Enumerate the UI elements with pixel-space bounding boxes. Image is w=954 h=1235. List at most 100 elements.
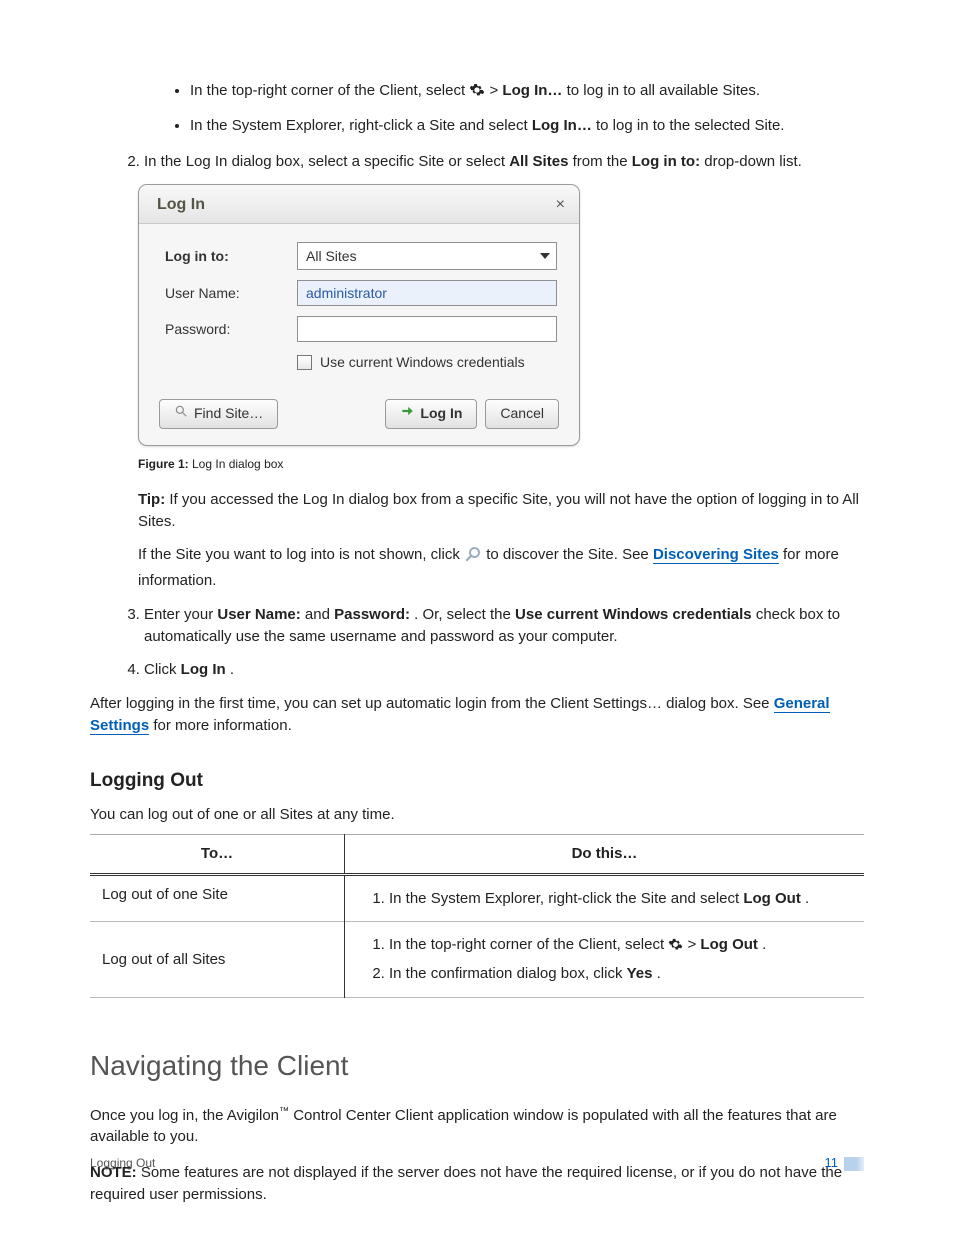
bold-text: Log In bbox=[181, 661, 226, 678]
bold-text: Log In… bbox=[502, 82, 562, 99]
cell: Log out of all Sites bbox=[90, 922, 345, 998]
nav-paragraph: Once you log in, the Avigilon™ Control C… bbox=[90, 1105, 864, 1149]
bold-text: Yes bbox=[627, 965, 653, 982]
close-icon[interactable]: × bbox=[556, 193, 565, 216]
table-header-do: Do this… bbox=[345, 834, 865, 874]
tip-label: Tip: bbox=[138, 491, 165, 508]
dialog-title: Log In bbox=[157, 193, 205, 216]
text: . bbox=[805, 890, 809, 907]
bullet-item: In the top-right corner of the Client, s… bbox=[190, 80, 864, 105]
page-number-group: 11 bbox=[825, 1154, 865, 1173]
text: In the Log In dialog box, select a speci… bbox=[144, 153, 509, 170]
list-item: In the System Explorer, right-click the … bbox=[389, 888, 852, 910]
text: > bbox=[687, 936, 700, 953]
dropdown-value: All Sites bbox=[306, 246, 357, 266]
login-dialog: Log In × Log in to: All Sites User Name:… bbox=[138, 184, 580, 445]
numbered-steps: In the Log In dialog box, select a speci… bbox=[90, 151, 864, 173]
tip-text: If you accessed the Log In dialog box fr… bbox=[138, 491, 859, 530]
logout-table: To… Do this… Log out of one Site In the … bbox=[90, 834, 864, 998]
bold-text: All Sites bbox=[509, 153, 568, 170]
text: Click bbox=[144, 661, 181, 678]
bullet-item: In the System Explorer, right-click a Si… bbox=[190, 115, 864, 137]
bold-text: Use current Windows credentials bbox=[515, 606, 752, 623]
text: In the top-right corner of the Client, s… bbox=[389, 936, 668, 953]
tip-paragraph: Tip: If you accessed the Log In dialog b… bbox=[90, 489, 864, 533]
sub-bullet-list: In the top-right corner of the Client, s… bbox=[90, 80, 864, 137]
bold-text: Password: bbox=[334, 606, 410, 623]
gear-icon bbox=[668, 937, 683, 959]
logout-intro: You can log out of one or all Sites at a… bbox=[90, 804, 864, 826]
button-label: Cancel bbox=[500, 403, 544, 423]
text: to log in to the selected Site. bbox=[596, 117, 784, 134]
username-input[interactable]: administrator bbox=[297, 280, 557, 306]
step-3: Enter your User Name: and Password: . Or… bbox=[144, 604, 864, 648]
cell: Log out of one Site bbox=[90, 874, 345, 922]
page-number: 11 bbox=[825, 1154, 839, 1173]
page-decoration bbox=[844, 1157, 864, 1171]
dialog-titlebar: Log In × bbox=[139, 185, 579, 224]
discovering-sites-link[interactable]: Discovering Sites bbox=[653, 546, 779, 564]
text: to discover the Site. See bbox=[486, 546, 653, 563]
text: and bbox=[305, 606, 334, 623]
text: from the bbox=[573, 153, 632, 170]
login-button[interactable]: Log In bbox=[385, 399, 477, 429]
gear-icon bbox=[469, 82, 485, 105]
login-to-dropdown[interactable]: All Sites bbox=[297, 242, 557, 270]
text: to log in to all available Sites. bbox=[567, 82, 760, 99]
bold-text: Log Out bbox=[700, 936, 757, 953]
chevron-down-icon bbox=[540, 253, 550, 259]
bold-text: User Name: bbox=[217, 606, 300, 623]
navigating-heading: Navigating the Client bbox=[90, 1046, 864, 1087]
step-2: In the Log In dialog box, select a speci… bbox=[144, 151, 864, 173]
dialog-body: Log in to: All Sites User Name: administ… bbox=[139, 224, 579, 382]
text: drop-down list. bbox=[704, 153, 802, 170]
text: In the System Explorer, right-click a Si… bbox=[190, 117, 532, 134]
table-row: Log out of one Site In the System Explor… bbox=[90, 874, 864, 922]
text: If the Site you want to log into is not … bbox=[138, 546, 464, 563]
text: In the System Explorer, right-click the … bbox=[389, 890, 743, 907]
table-header-to: To… bbox=[90, 834, 345, 874]
cell: In the System Explorer, right-click the … bbox=[345, 874, 865, 922]
text: . Or, select the bbox=[414, 606, 515, 623]
text: In the confirmation dialog box, click bbox=[389, 965, 627, 982]
text: . bbox=[230, 661, 234, 678]
logging-out-heading: Logging Out bbox=[90, 767, 864, 795]
input-value: administrator bbox=[306, 283, 387, 303]
windows-creds-checkbox[interactable] bbox=[297, 355, 312, 370]
step-4: Click Log In . bbox=[144, 659, 864, 681]
text: > bbox=[489, 82, 502, 99]
find-site-button[interactable]: Find Site… bbox=[159, 399, 278, 429]
trademark: ™ bbox=[279, 1106, 289, 1117]
page-footer: Logging Out 11 bbox=[90, 1154, 864, 1173]
login-to-label: Log in to: bbox=[165, 246, 297, 266]
text: After logging in the first time, you can… bbox=[90, 695, 774, 712]
text: In the top-right corner of the Client, s… bbox=[190, 82, 469, 99]
search-icon bbox=[464, 545, 482, 570]
checkbox-label: Use current Windows credentials bbox=[320, 352, 525, 372]
bold-text: Log in to: bbox=[632, 153, 700, 170]
password-input[interactable] bbox=[297, 316, 557, 342]
after-login-paragraph: After logging in the first time, you can… bbox=[90, 693, 864, 737]
list-item: In the top-right corner of the Client, s… bbox=[389, 934, 852, 959]
button-label: Log In bbox=[420, 403, 462, 423]
table-row: Log out of all Sites In the top-right co… bbox=[90, 922, 864, 998]
footer-section: Logging Out bbox=[90, 1155, 155, 1172]
figure-caption: Figure 1: Log In dialog box bbox=[138, 456, 864, 473]
text: for more information. bbox=[153, 717, 291, 734]
figure-label: Figure 1: bbox=[138, 457, 189, 471]
arrow-right-icon bbox=[400, 403, 414, 423]
bold-text: Log In… bbox=[532, 117, 592, 134]
document-page: In the top-right corner of the Client, s… bbox=[0, 0, 954, 1235]
discover-paragraph: If the Site you want to log into is not … bbox=[90, 544, 864, 592]
button-label: Find Site… bbox=[194, 403, 263, 423]
list-item: In the confirmation dialog box, click Ye… bbox=[389, 963, 852, 985]
search-icon bbox=[174, 403, 188, 423]
text: Enter your bbox=[144, 606, 217, 623]
dialog-footer: Find Site… Log In Cancel bbox=[139, 383, 579, 445]
cancel-button[interactable]: Cancel bbox=[485, 399, 559, 429]
text: Once you log in, the Avigilon bbox=[90, 1107, 279, 1124]
bold-text: Log Out bbox=[743, 890, 800, 907]
text: . bbox=[762, 936, 766, 953]
figure-text: Log In dialog box bbox=[189, 457, 284, 471]
password-label: Password: bbox=[165, 319, 297, 339]
